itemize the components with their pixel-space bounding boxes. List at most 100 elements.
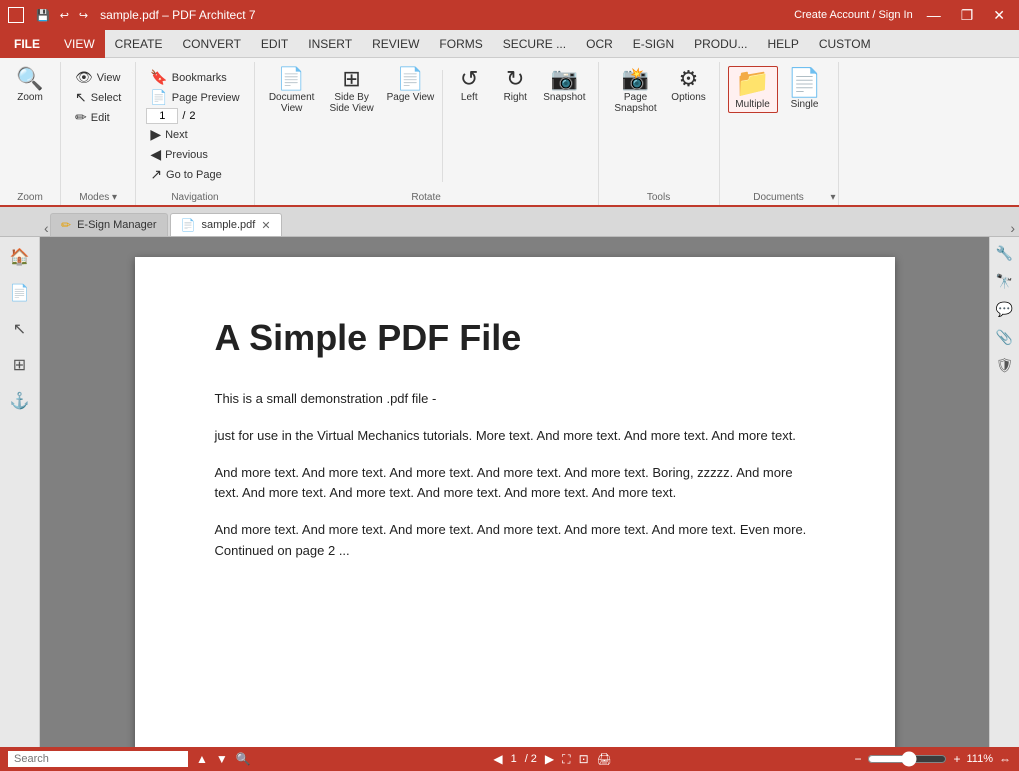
menu-review[interactable]: REVIEW	[362, 30, 429, 58]
view-mode-button[interactable]: 👁 View	[71, 68, 124, 87]
options-button[interactable]: ⚙ Options	[667, 66, 711, 105]
rotate-left-label: Left	[461, 92, 478, 103]
menu-create[interactable]: CREATE	[105, 30, 173, 58]
menu-esign[interactable]: E-SIGN	[623, 30, 684, 58]
menu-bar: FILE VIEW CREATE CONVERT EDIT INSERT REV…	[0, 30, 1019, 58]
zoom-in-button[interactable]: +	[953, 752, 960, 766]
rotate-group-label: Rotate	[411, 190, 440, 205]
pdf-para-4: And more text. And more text. And more t…	[215, 520, 815, 562]
ribbon-group-zoom: 🔍 Zoom Zoom	[0, 62, 61, 205]
menu-file[interactable]: FILE	[0, 30, 54, 58]
menu-secure[interactable]: SECURE ...	[493, 30, 576, 58]
undo-button[interactable]: ↩	[56, 7, 73, 24]
menu-view[interactable]: VIEW	[54, 30, 105, 58]
zoom-out-button[interactable]: −	[854, 752, 861, 766]
minimize-button[interactable]: —	[921, 5, 947, 25]
single-label: Single	[791, 99, 819, 110]
menu-convert[interactable]: CONVERT	[172, 30, 250, 58]
create-account-link[interactable]: Create Account / Sign In	[794, 9, 913, 21]
sidebar-home-button[interactable]: 🏠	[4, 241, 36, 273]
sidebar-layers-button[interactable]: ⊞	[4, 349, 36, 381]
sidebar-pages-button[interactable]: 📄	[4, 277, 36, 309]
close-button[interactable]: ✕	[987, 5, 1011, 26]
page-view-button[interactable]: 📄 Page View	[383, 66, 439, 105]
page-preview-button[interactable]: 📄 Page Preview	[146, 88, 243, 107]
bookmarks-button[interactable]: 🔖 Bookmarks	[146, 68, 230, 87]
menu-forms[interactable]: FORMS	[429, 30, 492, 58]
restore-button[interactable]: ❐	[955, 5, 980, 26]
rotate-group-content: 📄 Document View ⊞ Side By Side View 📄 Pa…	[261, 62, 592, 190]
page-snapshot-button[interactable]: 📸 Page Snapshot	[607, 66, 665, 116]
tab-esign-manager[interactable]: ✏ E-Sign Manager	[50, 213, 168, 236]
tabs-bar-inner: ‹ ✏ E-Sign Manager 📄 sample.pdf ✕ ›	[40, 213, 1019, 236]
goto-page-button[interactable]: ↗ Go to Page	[146, 165, 225, 184]
zoom-level: 111%	[966, 753, 993, 765]
document-view-button[interactable]: 📄 Document View	[263, 66, 321, 116]
right-comment-button[interactable]: 💬	[993, 297, 1017, 321]
right-wrench-button[interactable]: 🔧	[993, 241, 1017, 265]
nav-buttons: 🔖 Bookmarks 📄 Page Preview / 2 ▶ Next	[144, 66, 245, 186]
fit-page-button[interactable]: ⛶	[562, 752, 570, 767]
menu-edit[interactable]: EDIT	[251, 30, 298, 58]
right-paperclip-button[interactable]: 📎	[993, 325, 1017, 349]
zoom-button[interactable]: 🔍 Zoom	[8, 66, 52, 105]
side-by-side-button[interactable]: ⊞ Side By Side View	[323, 66, 381, 116]
search-icon-button[interactable]: 🔍	[236, 752, 251, 766]
next-page-button[interactable]: ▶	[545, 752, 554, 766]
bookmarks-icon: 🔖	[150, 69, 167, 86]
menu-help[interactable]: HELP	[757, 30, 808, 58]
right-binoculars-button[interactable]: 🔭	[993, 269, 1017, 293]
rotate-right-icon: ↻	[506, 68, 524, 90]
edit-label: Edit	[91, 112, 110, 124]
pdf-tab-icon: 📄	[181, 218, 196, 232]
search-input[interactable]	[8, 751, 188, 767]
actual-size-button[interactable]: ⊡	[579, 752, 589, 766]
menu-ocr[interactable]: OCR	[576, 30, 623, 58]
rotate-sep	[442, 70, 443, 182]
menu-produ[interactable]: PRODU...	[684, 30, 757, 58]
ribbon-group-modes: 👁 View ↖ Select ✏ Edit Modes ▾	[61, 62, 136, 205]
view-icon: 👁	[75, 69, 93, 86]
page-total: 2	[189, 110, 195, 122]
page-view-icon: 📄	[397, 68, 424, 90]
select-label: Select	[91, 92, 122, 104]
rotate-left-button[interactable]: ↺ Left	[447, 66, 491, 105]
tab-nav-right[interactable]: ›	[1006, 220, 1019, 236]
menu-custom[interactable]: CUSTOM	[809, 30, 881, 58]
navigation-group-content: 🔖 Bookmarks 📄 Page Preview / 2 ▶ Next	[142, 62, 247, 190]
select-mode-button[interactable]: ↖ Select	[71, 88, 125, 107]
edit-mode-button[interactable]: ✏ Edit	[71, 108, 114, 127]
save-button[interactable]: 💾	[32, 7, 54, 24]
print-button[interactable]: 🖨	[597, 752, 612, 766]
multiple-view-button[interactable]: 📁 Multiple	[728, 66, 778, 113]
modes-buttons: 👁 View ↖ Select ✏ Edit	[69, 66, 127, 129]
page-number-input[interactable]	[146, 108, 178, 124]
prev-page-button[interactable]: ◀	[493, 752, 502, 766]
redo-button[interactable]: ↪	[75, 7, 92, 24]
fit-width-button[interactable]: ⇔	[999, 752, 1011, 766]
next-button[interactable]: ▶ Next	[146, 125, 191, 144]
side-by-side-label: Side By Side View	[327, 92, 377, 114]
pdf-content-area[interactable]: A Simple PDF File This is a small demons…	[40, 237, 989, 747]
documents-group-label: Documents	[753, 190, 804, 205]
rotate-right-button[interactable]: ↻ Right	[493, 66, 537, 105]
right-shield-button[interactable]: 🛡	[993, 353, 1017, 377]
sidebar-anchor-button[interactable]: ⚓	[4, 385, 36, 417]
options-icon: ⚙	[679, 68, 699, 90]
tab-nav-left[interactable]: ‹	[40, 220, 53, 236]
snapshot-button[interactable]: 📷 Snapshot	[539, 66, 589, 105]
single-view-button[interactable]: 📄 Single	[780, 66, 830, 113]
search-down-button[interactable]: ▼	[216, 752, 228, 766]
zoom-slider[interactable]	[867, 751, 947, 767]
pdf-page: A Simple PDF File This is a small demons…	[135, 257, 895, 747]
previous-button[interactable]: ◀ Previous	[146, 145, 212, 164]
tools-group-label: Tools	[647, 190, 670, 205]
tab-sample-pdf[interactable]: 📄 sample.pdf ✕	[170, 213, 282, 236]
sidebar-cursor-button[interactable]: ↖	[4, 313, 36, 345]
multiple-label: Multiple	[735, 99, 769, 110]
search-up-button[interactable]: ▲	[196, 752, 208, 766]
menu-insert[interactable]: INSERT	[298, 30, 362, 58]
pdf-tab-label: sample.pdf	[202, 219, 256, 231]
tab-close-button[interactable]: ✕	[261, 219, 270, 232]
documents-expand-button[interactable]: ▾	[831, 192, 836, 203]
